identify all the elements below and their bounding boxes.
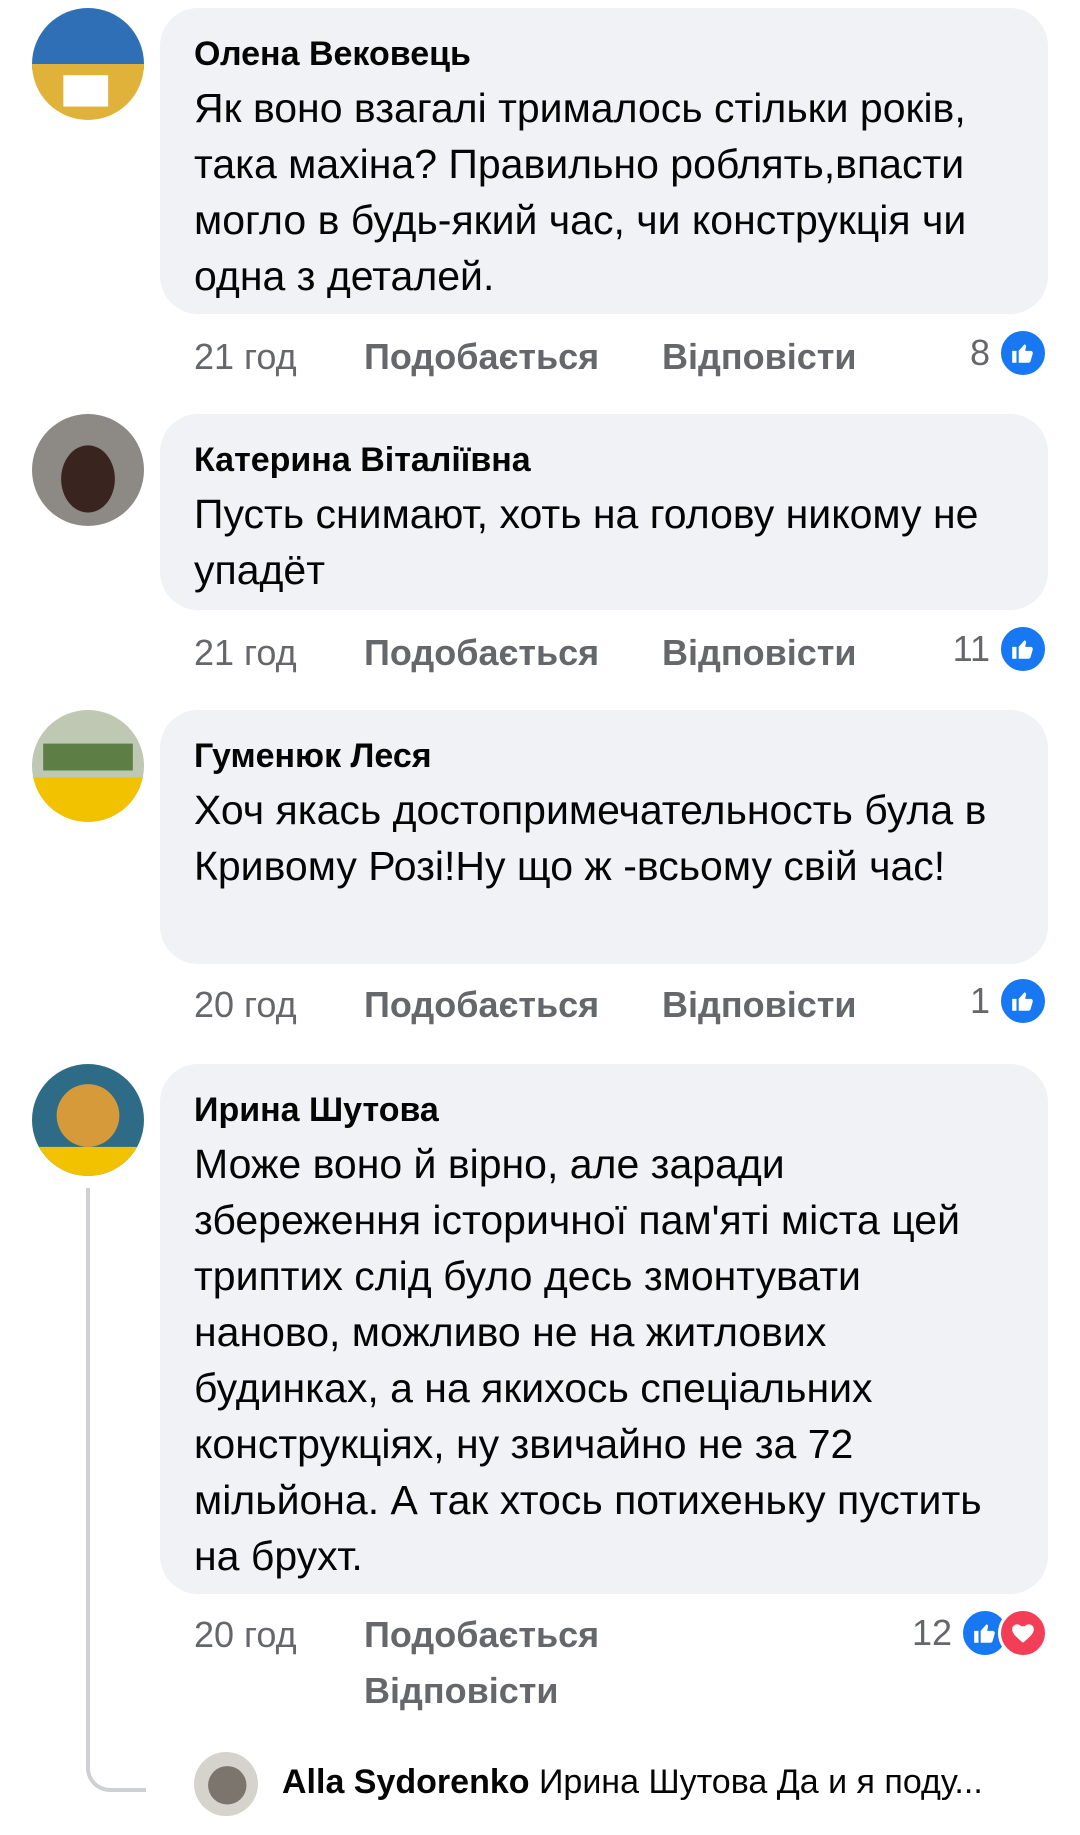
like-button[interactable]: Подобається: [364, 1614, 599, 1656]
comment-time[interactable]: 21 год: [194, 632, 297, 674]
reaction-summary[interactable]: 12: [912, 1608, 1048, 1658]
avatar[interactable]: [32, 710, 144, 822]
comment-time[interactable]: 21 год: [194, 336, 297, 378]
like-button[interactable]: Подобається: [364, 984, 599, 1026]
avatar[interactable]: [32, 414, 144, 526]
reply-avatar[interactable]: [194, 1752, 258, 1816]
reply-button[interactable]: Відповісти: [662, 632, 857, 674]
reaction-summary[interactable]: 8: [970, 328, 1048, 378]
reply-author[interactable]: Alla Sydorenko: [282, 1763, 530, 1801]
reply-thread-line: [86, 1188, 146, 1792]
reply-text: Ирина Шутова Да и я поду...: [538, 1763, 983, 1801]
reaction-summary[interactable]: 1: [970, 976, 1048, 1026]
comment-author[interactable]: Катерина Віталіївна: [194, 440, 1014, 480]
like-icon: [998, 624, 1048, 674]
comment-author[interactable]: Олена Вековець: [194, 34, 1014, 74]
comment-author[interactable]: Ирина Шутова: [194, 1090, 1014, 1130]
comment-text: Може воно й вірно, але заради збереження…: [194, 1141, 982, 1579]
reply-preview[interactable]: Alla Sydorenko Ирина Шутова Да и я поду.…: [282, 1760, 983, 1804]
avatar[interactable]: [32, 8, 144, 120]
comment-bubble: Олена Вековець Як воно взагалі трималось…: [160, 8, 1048, 314]
like-button[interactable]: Подобається: [364, 632, 599, 674]
reaction-count: 8: [969, 332, 990, 373]
reaction-count: 1: [969, 980, 990, 1021]
comment-text: Пусть снимают, хоть на голову никому не …: [194, 491, 979, 593]
comment-time[interactable]: 20 год: [194, 984, 297, 1026]
comment-text: Хоч якась достопримечательность була в К…: [194, 787, 987, 889]
like-icon: [998, 328, 1048, 378]
reaction-count: 12: [911, 1612, 952, 1653]
reaction-count: 11: [952, 628, 990, 669]
comment-actions: 20 год Подобається Відповісти: [194, 1614, 714, 1724]
love-icon: [998, 1608, 1048, 1658]
like-button[interactable]: Подобається: [364, 336, 599, 378]
avatar[interactable]: [32, 1064, 144, 1176]
comment-author[interactable]: Гуменюк Леся: [194, 736, 1014, 776]
comment-time[interactable]: 20 год: [194, 1614, 297, 1656]
reply-button[interactable]: Відповісти: [662, 336, 857, 378]
comment-bubble: Гуменюк Леся Хоч якась достопримечательн…: [160, 710, 1048, 964]
reaction-summary[interactable]: 11: [953, 624, 1048, 674]
reply-button[interactable]: Відповісти: [662, 984, 857, 1026]
reply-button[interactable]: Відповісти: [364, 1670, 559, 1712]
comment-bubble: Катерина Віталіївна Пусть снимают, хоть …: [160, 414, 1048, 610]
comment-bubble: Ирина Шутова Може воно й вірно, але зара…: [160, 1064, 1048, 1594]
like-icon: [998, 976, 1048, 1026]
comment-text: Як воно взагалі трималось стільки років,…: [194, 85, 967, 299]
